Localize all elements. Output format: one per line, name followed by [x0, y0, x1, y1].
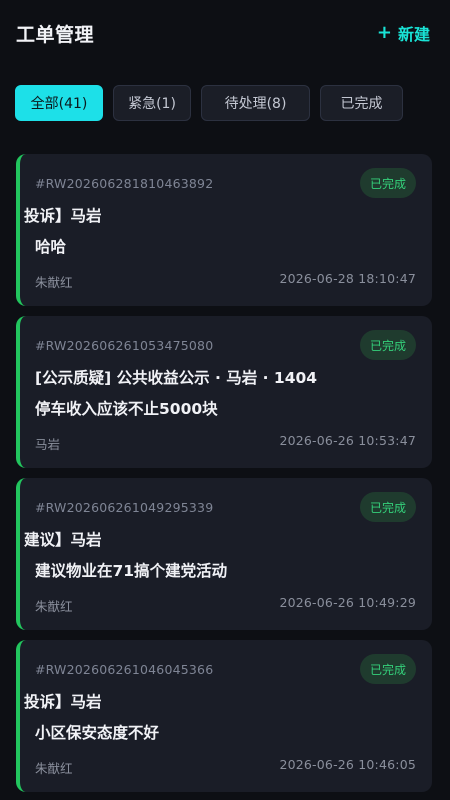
ticket-time: 2026-06-28 18:10:47 — [279, 271, 416, 286]
status-badge: 已完成 — [359, 654, 416, 684]
ticket-user: 朱猷红 — [35, 599, 73, 614]
filter-tab-pending[interactable]: 待处理(8) — [201, 85, 310, 121]
filter-tab-urgent[interactable]: 紧急(1) — [113, 85, 191, 121]
ticket-description: 小区保安态度不好 — [35, 724, 160, 742]
status-badge: 已完成 — [359, 168, 416, 198]
ticket-id: #RW202606261049295339 — [35, 500, 214, 515]
ticket-list: #RW202606281810463892 已完成 投诉】马岩 哈哈 朱猷红 2… — [16, 154, 432, 800]
ticket-id: #RW202606261046045366 — [35, 662, 214, 677]
ticket-description: 哈哈 — [35, 238, 67, 256]
ticket-time: 2026-06-26 10:53:47 — [279, 433, 416, 448]
ticket-card[interactable]: #RW202606261046045366 已完成 投诉】马岩 小区保安态度不好… — [16, 640, 432, 792]
ticket-time: 2026-06-26 10:49:29 — [279, 595, 416, 610]
work-order-screen: 工单管理 + 新建 全部(41) 紧急(1) 待处理(8) 已完成 #RW202… — [0, 0, 450, 800]
ticket-user: 朱猷红 — [35, 761, 73, 776]
filter-tabs: 全部(41) 紧急(1) 待处理(8) 已完成 — [15, 85, 403, 121]
ticket-user: 朱猷红 — [35, 275, 73, 290]
ticket-id: #RW202606261053475080 — [35, 338, 214, 353]
header: 工单管理 + 新建 — [0, 0, 450, 66]
ticket-description: 停车收入应该不止5000块 — [35, 400, 218, 418]
new-order-label: 新建 — [397, 25, 430, 44]
ticket-id: #RW202606281810463892 — [35, 176, 214, 191]
ticket-card[interactable]: #RW202606261053475080 已完成 [公示质疑] 公共收益公示 … — [16, 316, 432, 468]
ticket-title: 投诉】马岩 — [24, 693, 102, 711]
ticket-title: 投诉】马岩 — [24, 207, 102, 225]
ticket-card[interactable]: #RW202606261049295339 已完成 建议】马岩 建议物业在71搞… — [16, 478, 432, 630]
ticket-title: 建议】马岩 — [24, 531, 102, 549]
status-badge: 已完成 — [359, 330, 416, 360]
ticket-card[interactable]: #RW202606281810463892 已完成 投诉】马岩 哈哈 朱猷红 2… — [16, 154, 432, 306]
ticket-user: 马岩 — [35, 437, 61, 452]
page-title: 工单管理 — [16, 23, 95, 46]
filter-tab-completed[interactable]: 已完成 — [320, 85, 403, 121]
status-badge: 已完成 — [359, 492, 416, 522]
ticket-description: 建议物业在71搞个建党活动 — [35, 562, 228, 580]
ticket-title: [公示质疑] 公共收益公示 · 马岩 · 1404 — [35, 369, 318, 387]
filter-tab-all[interactable]: 全部(41) — [15, 85, 103, 121]
new-order-button[interactable]: + 新建 — [377, 21, 430, 45]
plus-icon: + — [376, 22, 392, 43]
ticket-time: 2026-06-26 10:46:05 — [279, 757, 416, 772]
